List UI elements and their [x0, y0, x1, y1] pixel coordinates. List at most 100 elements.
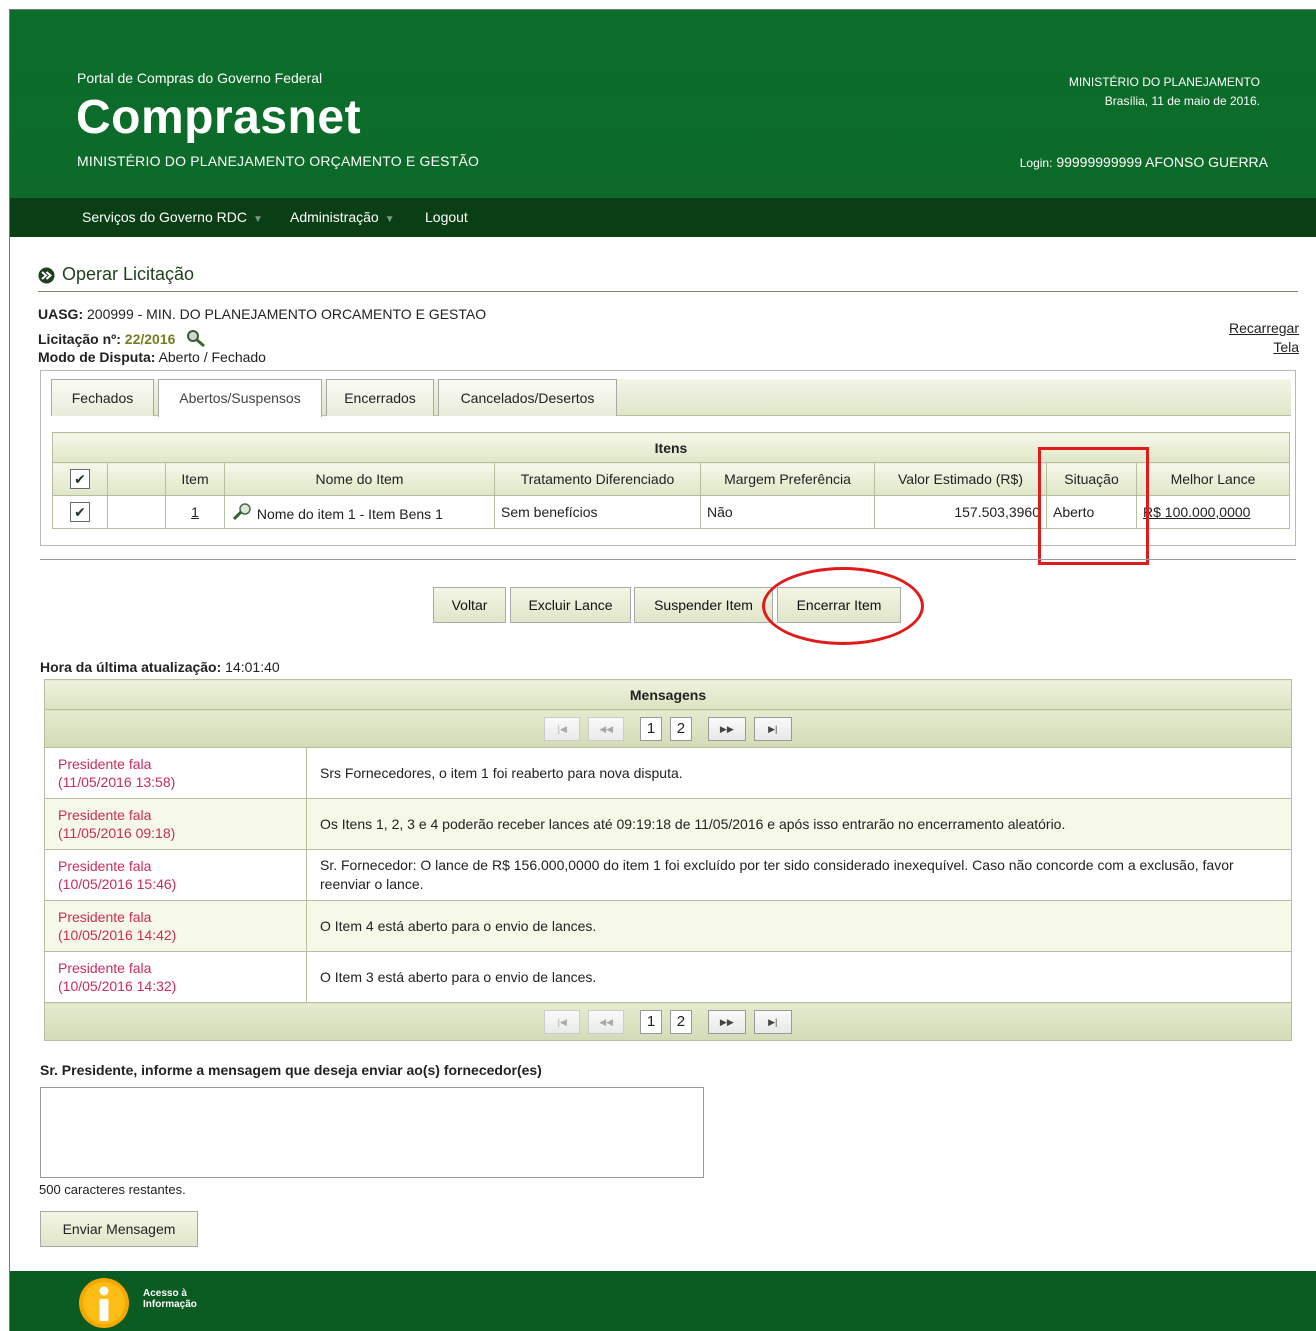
magnifier-icon[interactable] [185, 329, 207, 348]
first-page-icon[interactable]: |◀ [544, 716, 581, 741]
last-update-label: Hora da última atualização: [40, 659, 222, 675]
messages-table: Mensagens |◀ ◀◀ 1 2 ▶▶ ▶| Presidente fal… [44, 679, 1292, 1041]
site-footer: Acesso à Informação [10, 1271, 1316, 1331]
chevron-down-icon: ▼ [252, 214, 263, 225]
tab-cancelados-desertos[interactable]: Cancelados/Desertos [438, 379, 617, 416]
messages-title: Mensagens [44, 679, 1292, 710]
message-time: (11/05/2016 09:18) [58, 825, 176, 841]
message-input[interactable] [40, 1087, 704, 1178]
item-number-link[interactable]: 1 [165, 495, 225, 529]
message-time: (11/05/2016 13:58) [58, 774, 176, 790]
last-page-icon[interactable]: ▶| [753, 1009, 792, 1034]
reload-line1: Recarregar [1228, 320, 1299, 336]
menu-logout[interactable]: Logout [425, 209, 468, 225]
arrow-right-circle-icon [38, 267, 55, 284]
message-time: (10/05/2016 15:46) [58, 876, 177, 892]
lance-value: 100.000,0000 [1164, 504, 1251, 520]
last-update: Hora da última atualização: 14:01:40 [40, 659, 280, 675]
message-author: Presidente fala (11/05/2016 13:58) [44, 747, 307, 799]
licitacao-row: Licitação nº: 22/2016 [38, 329, 486, 348]
item-valor-estimado: 157.503,3960 [874, 495, 1047, 529]
menu-servicos[interactable]: Serviços do Governo RDC ▼ [82, 209, 263, 225]
page-1-button[interactable]: 1 [640, 1009, 663, 1034]
page-title: Operar Licitação [62, 264, 195, 284]
col-item: Item [165, 462, 225, 496]
page-2-button[interactable]: 2 [669, 716, 692, 741]
voltar-button[interactable]: Voltar [433, 587, 506, 623]
last-update-time: 14:01:40 [225, 659, 280, 675]
login-label: Login: [1019, 156, 1053, 170]
tab-strip: Fechados Abertos/Suspensos Encerrados Ca… [51, 379, 1291, 417]
page-1-button[interactable]: 1 [640, 716, 663, 741]
reload-line2: Tela [1273, 339, 1299, 355]
message-text: O Item 4 está aberto para o envio de lan… [306, 900, 1292, 952]
message-text: Srs Fornecedores, o item 1 foi reaberto … [306, 747, 1292, 799]
page-2-button[interactable]: 2 [669, 1009, 692, 1034]
uasg-value: 200999 - MIN. DO PLANEJAMENTO ORCAMENTO … [87, 306, 487, 322]
modo-row: Modo de Disputa: Aberto / Fechado [38, 348, 486, 366]
current-date: Brasília, 11 de maio de 2016. [1104, 94, 1260, 108]
col-tratamento: Tratamento Diferenciado [494, 462, 701, 496]
encerrar-highlight [762, 567, 924, 645]
licitacao-number: 22/2016 [124, 331, 176, 347]
author-name: Presidente fala [58, 807, 152, 823]
messages-pager-bottom: |◀ ◀◀ 1 2 ▶▶ ▶| [44, 1002, 1292, 1041]
message-text: Sr. Fornecedor: O lance de R$ 156.000,00… [306, 849, 1292, 901]
chars-remaining: 500 caracteres restantes. [39, 1182, 186, 1197]
acesso-line2: Informação [143, 1299, 197, 1310]
suspender-item-button[interactable]: Suspender Item [634, 587, 773, 623]
message-row: Presidente fala (11/05/2016 13:58) Srs F… [44, 747, 1292, 799]
acesso-line1: Acesso à [143, 1288, 187, 1299]
tab-encerrados[interactable]: Encerrados [326, 379, 434, 416]
message-time: (10/05/2016 14:32) [58, 978, 177, 994]
next-page-icon[interactable]: ▶▶ [707, 716, 746, 741]
item-tratamento: Sem benefícios [494, 495, 701, 529]
message-author: Presidente fala (10/05/2016 14:42) [44, 900, 307, 952]
menu-administracao[interactable]: Administração ▼ [290, 209, 395, 225]
licitacao-info: UASG: 200999 - MIN. DO PLANEJAMENTO ORCA… [38, 305, 486, 366]
main-menu: Serviços do Governo RDC ▼ Administração ▼ … [10, 198, 1316, 237]
reload-link[interactable]: Recarregar Tela [1229, 319, 1299, 357]
author-name: Presidente fala [58, 960, 152, 976]
send-message-button[interactable]: Enviar Mensagem [40, 1211, 198, 1247]
blank-cell [107, 495, 166, 529]
acesso-informacao-text[interactable]: Acesso à Informação [143, 1288, 197, 1310]
col-nome-item: Nome do Item [224, 462, 495, 496]
message-row: Presidente fala (10/05/2016 14:32) O Ite… [44, 951, 1292, 1003]
site-header: Portal de Compras do Governo Federal Com… [10, 10, 1316, 198]
message-row: Presidente fala (10/05/2016 14:42) O Ite… [44, 900, 1292, 952]
menu-servicos-label: Serviços do Governo RDC [82, 209, 247, 225]
info-logo-icon[interactable] [78, 1275, 134, 1331]
message-text: O Item 3 está aberto para o envio de lan… [306, 951, 1292, 1003]
message-author: Presidente fala (11/05/2016 09:18) [44, 798, 307, 850]
modo-value: Aberto / Fechado [158, 349, 266, 365]
tab-fechados[interactable]: Fechados [51, 379, 154, 416]
uasg-row: UASG: 200999 - MIN. DO PLANEJAMENTO ORCA… [38, 305, 486, 323]
tab-abertos-suspensos[interactable]: Abertos/Suspensos [158, 379, 322, 417]
uasg-label: UASG: [38, 306, 84, 322]
excluir-lance-button[interactable]: Excluir Lance [510, 587, 631, 623]
author-name: Presidente fala [58, 858, 152, 874]
item-melhor-lance-link[interactable]: R$ 100.000,0000 [1136, 495, 1290, 529]
messages-pager-top: |◀ ◀◀ 1 2 ▶▶ ▶| [44, 709, 1292, 748]
author-name: Presidente fala [58, 909, 152, 925]
chevron-down-icon: ▼ [384, 214, 395, 225]
prev-page-icon[interactable]: ◀◀ [588, 716, 625, 741]
row-checkbox[interactable]: ✔ [70, 502, 90, 522]
brand-logo-text[interactable]: Comprasnet [76, 90, 361, 145]
login-info: Login: 99999999999 AFONSO GUERRA [1020, 154, 1268, 170]
header-ministry-info: MINISTÉRIO DO PLANEJAMENTO Brasília, 11 … [1069, 73, 1260, 111]
last-page-icon[interactable]: ▶| [753, 716, 792, 741]
situacao-highlight [1038, 447, 1149, 565]
item-name: Nome do item 1 - Item Bens 1 [256, 505, 443, 522]
next-page-icon[interactable]: ▶▶ [707, 1009, 746, 1034]
menu-administracao-label: Administração [290, 209, 379, 225]
modo-label: Modo de Disputa: [38, 349, 156, 365]
first-page-icon[interactable]: |◀ [544, 1009, 581, 1034]
message-time: (10/05/2016 14:42) [58, 927, 177, 943]
section-divider [40, 559, 1296, 560]
col-melhor-lance: Melhor Lance [1136, 462, 1290, 496]
message-author: Presidente fala (10/05/2016 15:46) [44, 849, 307, 901]
select-all-checkbox[interactable]: ✔ [70, 469, 90, 489]
prev-page-icon[interactable]: ◀◀ [588, 1009, 625, 1034]
